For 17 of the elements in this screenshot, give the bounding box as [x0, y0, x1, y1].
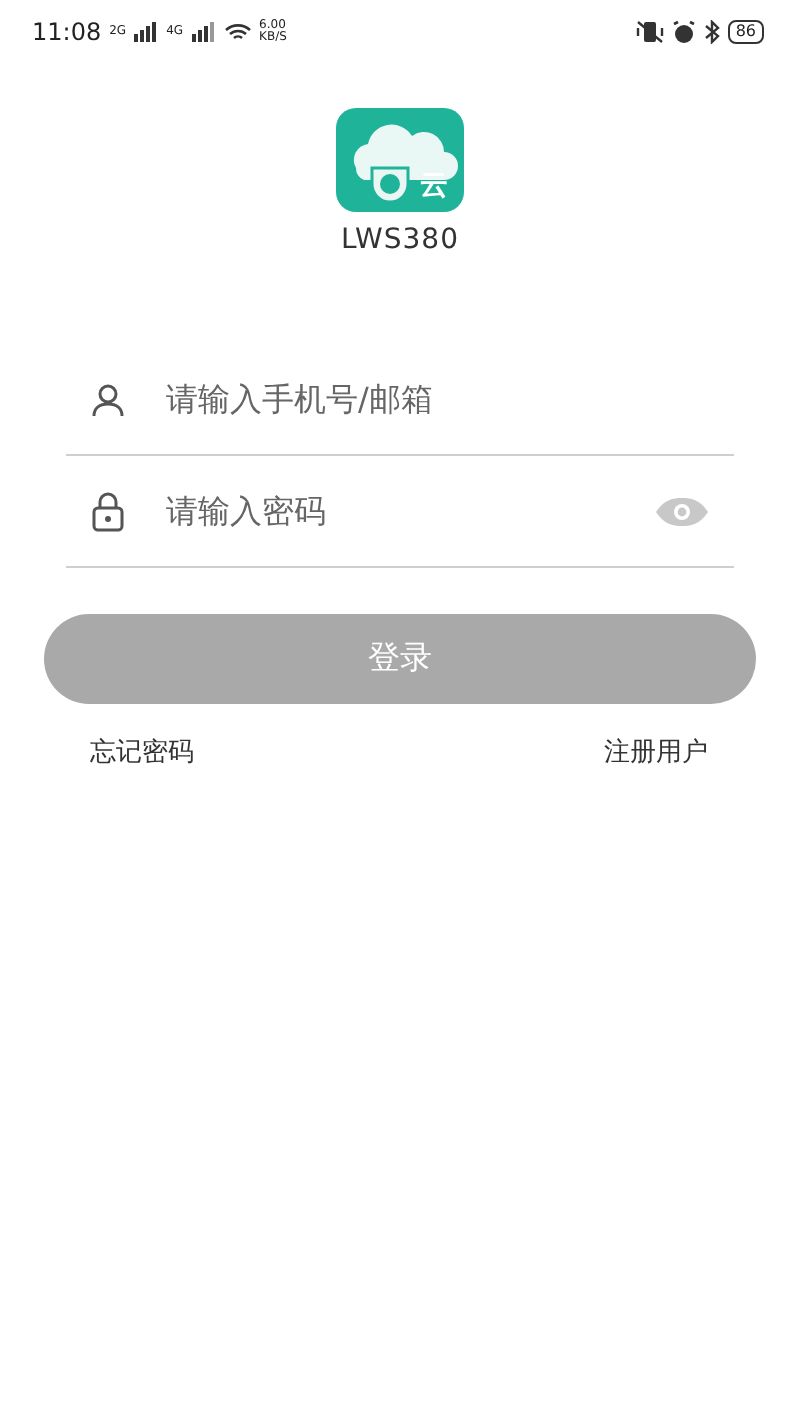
bluetooth-icon — [703, 20, 720, 44]
app-logo: 云 — [336, 108, 464, 212]
text-link[interactable]: 注册用户 — [604, 734, 708, 770]
eye-icon[interactable] — [654, 495, 710, 527]
alarm-icon — [671, 20, 696, 44]
password-field[interactable]: 请输入密码 — [162, 490, 618, 532]
app-name: LWS380 — [339, 224, 461, 256]
wifi-icon — [223, 22, 252, 42]
vibrate-icon — [635, 20, 664, 44]
clock-time: 11:08 — [32, 18, 102, 46]
battery-level: 86 — [727, 20, 764, 44]
signal-icon — [191, 22, 216, 42]
user-icon — [90, 381, 126, 417]
account-field[interactable]: 请输入手机号/邮箱 — [162, 378, 710, 420]
lock-icon — [90, 491, 126, 531]
text-link[interactable]: 忘记密码 — [90, 734, 194, 770]
signal-icon — [134, 22, 159, 42]
